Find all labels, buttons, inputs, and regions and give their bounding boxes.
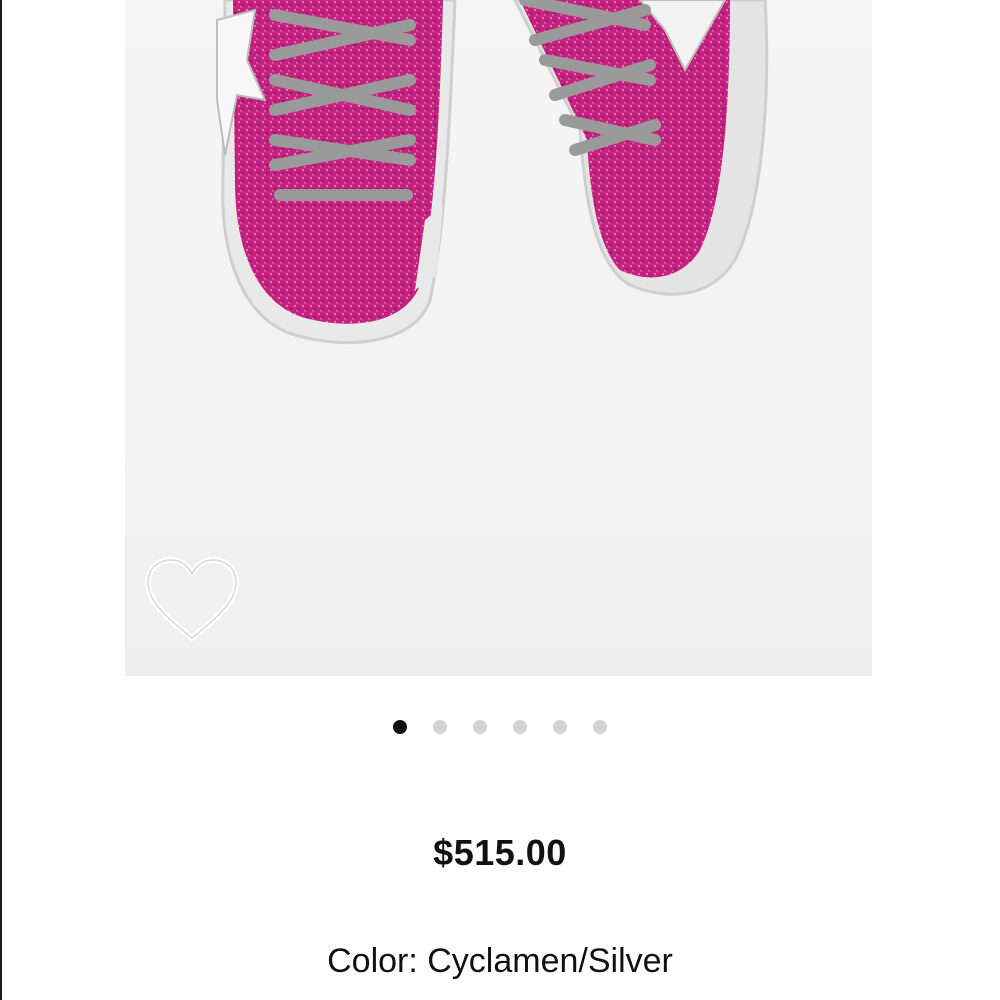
heart-outline-icon [145, 557, 239, 641]
product-color: Color: Cyclamen/Silver [327, 942, 673, 980]
gallery-dot-6[interactable] [593, 720, 607, 734]
product-price: $515.00 [433, 832, 567, 873]
gallery-dot-4[interactable] [513, 720, 527, 734]
gallery-dot-1[interactable] [393, 720, 407, 734]
gallery-dot-3[interactable] [473, 720, 487, 734]
gallery-pagination [0, 720, 1000, 736]
gallery-dot-5[interactable] [553, 720, 567, 734]
gallery-dot-2[interactable] [433, 720, 447, 734]
favorite-button[interactable] [142, 556, 242, 644]
product-page: $515.00 Color: Cyclamen/Silver [0, 0, 1000, 1000]
